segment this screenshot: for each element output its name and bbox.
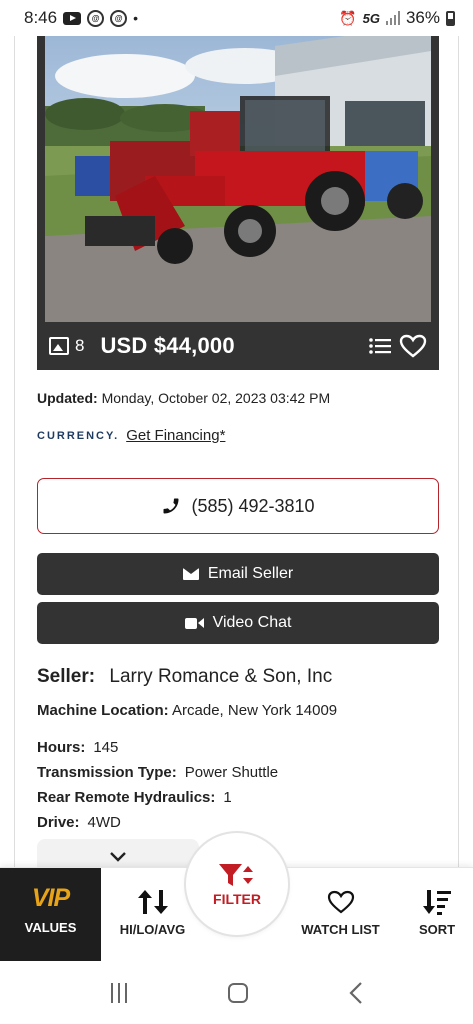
spec-label: Drive: [37, 814, 80, 831]
battery-level: 36% [405, 8, 440, 27]
phone-number: (585) 492-3810 [191, 495, 315, 516]
financing-row: CURRENCY. Get Financing* [37, 427, 225, 444]
more-notifications-dot: • [133, 10, 138, 26]
nav-label: VALUES [24, 920, 77, 935]
price: USD $44,000 [100, 333, 235, 358]
recent-apps-icon[interactable] [110, 982, 127, 1003]
nav-watch-list[interactable]: WATCH LIST [280, 868, 401, 961]
clock: 8:46 [24, 8, 58, 27]
system-nav-bar [0, 961, 473, 1024]
chevron-down-icon [110, 852, 126, 862]
spec-value: 4WD [87, 814, 121, 831]
call-seller-button[interactable]: (585) 492-3810 [37, 478, 439, 534]
video-camera-icon [184, 617, 204, 629]
filter-funnel-icon [219, 863, 253, 886]
spec-row-drive: Drive: 4WD [37, 814, 121, 831]
seller-name: Larry Romance & Son, Inc [109, 666, 333, 687]
spec-label: Rear Remote Hydraulics: [37, 789, 216, 806]
up-down-arrows-icon [137, 890, 168, 914]
spec-value: 1 [223, 789, 232, 806]
photo-count: 8 [75, 336, 85, 355]
filter-button[interactable]: FILTER [186, 833, 288, 935]
envelope-icon [182, 568, 199, 580]
status-bar: 8:46 @ @ • ⏰ 5G 36% [0, 0, 473, 36]
sort-icon [423, 890, 451, 915]
listing-detail: 8 USD $44,000 Updated: Monday, October 0… [14, 36, 459, 867]
phone-icon [163, 498, 179, 514]
nav-vip-values[interactable]: VIP VALUES [0, 868, 101, 961]
app-notification-icon: @ [87, 9, 105, 27]
listing-photo-card[interactable]: 8 USD $44,000 [37, 36, 439, 370]
back-icon[interactable] [348, 981, 363, 1005]
tractor-photo-illustration [45, 36, 431, 322]
get-financing-link[interactable]: Get Financing* [126, 427, 225, 444]
spec-label: Hours: [37, 739, 86, 756]
show-more-specs-button[interactable] [37, 839, 199, 867]
alarm-icon: ⏰ [339, 9, 357, 26]
battery-icon [446, 10, 455, 26]
heart-icon[interactable] [399, 334, 427, 358]
updated-value: Monday, October 02, 2023 03:42 PM [101, 390, 331, 406]
updated-line: Updated: Monday, October 02, 2023 03:42 … [37, 390, 330, 406]
email-seller-button[interactable]: Email Seller [37, 553, 439, 595]
home-icon[interactable] [227, 982, 248, 1003]
photo-info-bar: 8 USD $44,000 [37, 322, 439, 370]
machine-location-row: Machine Location: Arcade, New York 14009 [37, 702, 337, 719]
nav-sort[interactable]: SORT [401, 868, 473, 961]
tractor-photo[interactable] [45, 36, 431, 322]
email-seller-label: Email Seller [207, 565, 294, 582]
spec-label: Transmission Type: [37, 764, 177, 781]
nav-label: WATCH LIST [301, 922, 380, 937]
nav-label: HI/LO/AVG [119, 922, 186, 937]
list-view-icon[interactable] [369, 337, 391, 355]
app-notification-icon: @ [110, 9, 128, 27]
location-value: Arcade, New York 14009 [172, 702, 338, 719]
updated-label: Updated: [37, 390, 98, 406]
seller-row: Seller: Larry Romance & Son, Inc [37, 666, 332, 688]
filter-label: FILTER [213, 890, 261, 907]
currency-logo: CURRENCY. [37, 429, 120, 442]
heart-outline-icon [327, 890, 354, 914]
video-chat-button[interactable]: Video Chat [37, 602, 439, 644]
signal-icon [385, 11, 400, 25]
spec-row-hydraulics: Rear Remote Hydraulics: 1 [37, 789, 232, 806]
seller-label: Seller: [37, 666, 96, 687]
video-chat-label: Video Chat [212, 614, 292, 631]
spec-row-hours: Hours: 145 [37, 739, 118, 756]
spec-row-transmission: Transmission Type: Power Shuttle [37, 764, 278, 781]
youtube-notification-icon [63, 11, 82, 25]
nav-label: SORT [418, 922, 456, 937]
spec-value: Power Shuttle [184, 764, 279, 781]
location-label: Machine Location: [37, 702, 169, 719]
network-type: 5G [362, 10, 380, 26]
vip-logo: VIP [31, 884, 70, 912]
gallery-icon[interactable] [49, 337, 69, 355]
spec-value: 145 [93, 739, 119, 756]
